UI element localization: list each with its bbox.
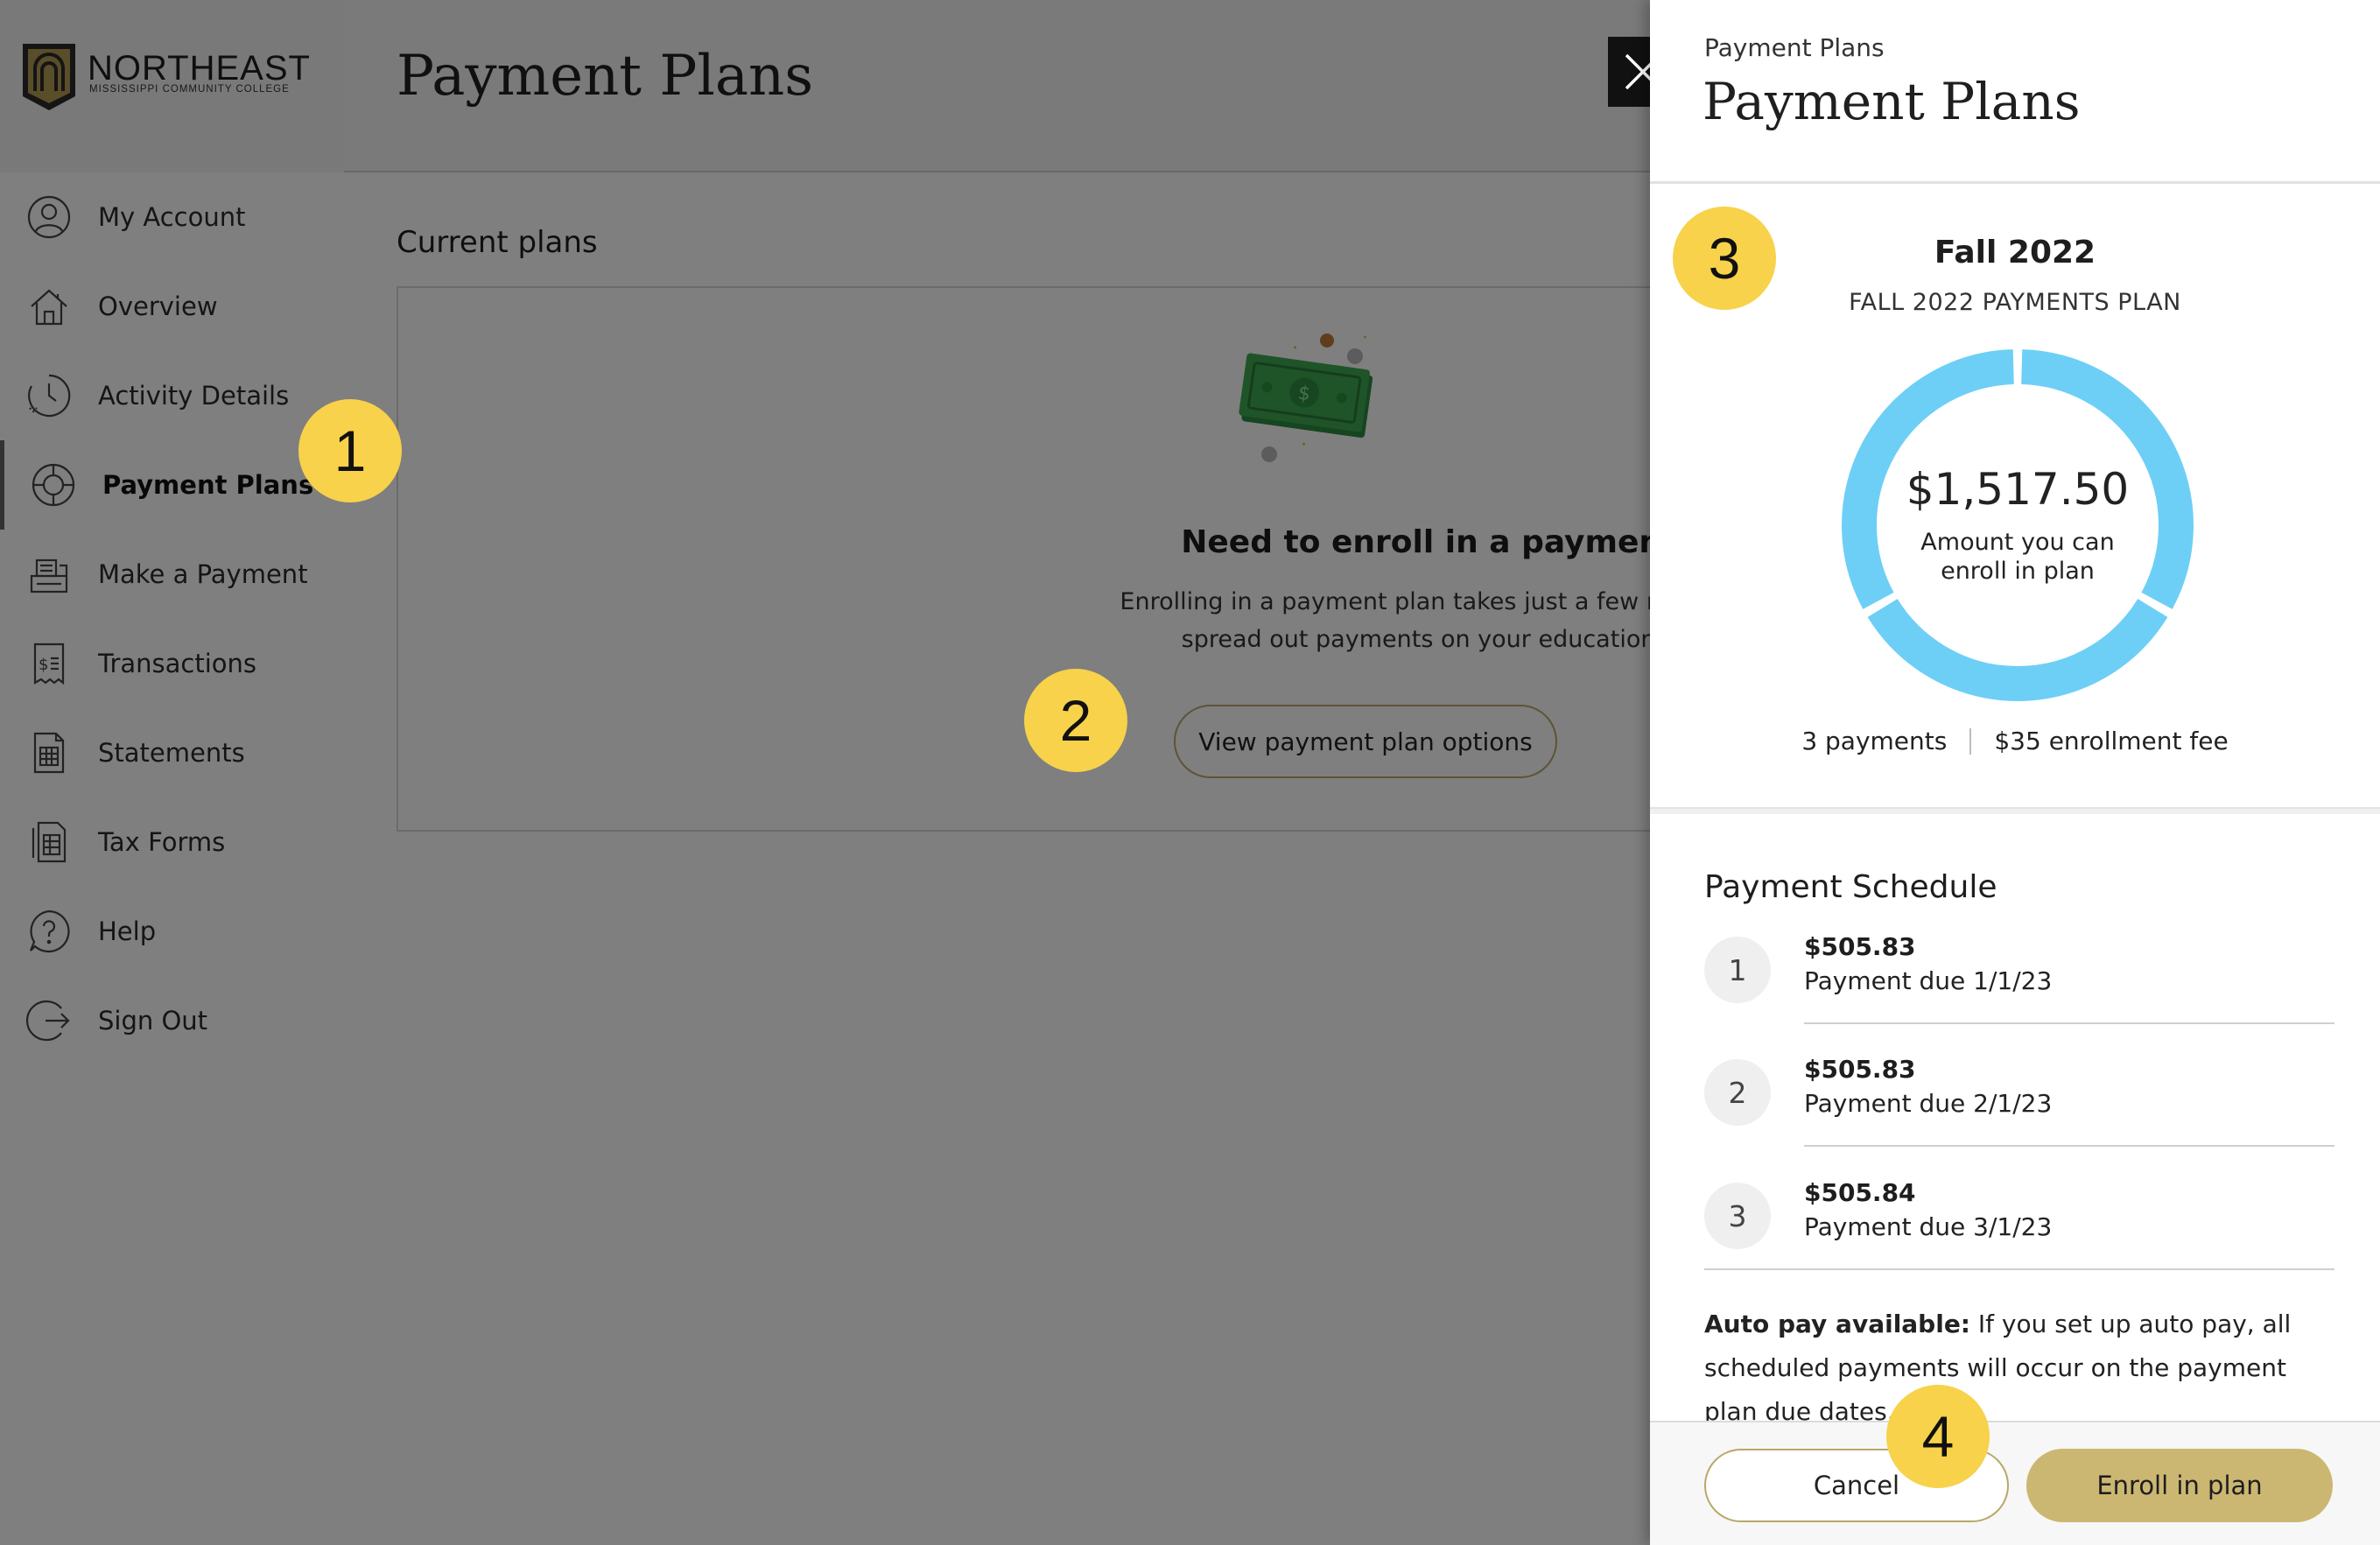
enroll-in-plan-button[interactable]: Enroll in plan xyxy=(2026,1449,2333,1522)
modal-backdrop[interactable] xyxy=(0,0,1650,1545)
plan-meta: 3 payments $35 enrollment fee xyxy=(1650,727,2380,755)
enrollment-fee: $35 enrollment fee xyxy=(1994,727,2229,755)
payment-amount: $505.84 xyxy=(1804,1178,1916,1207)
autopay-note: Auto pay available: If you set up auto p… xyxy=(1704,1303,2334,1434)
callout-badge: 1 xyxy=(298,399,402,502)
callout-badge: 3 xyxy=(1673,207,1776,310)
payment-due-date: Payment due 2/1/23 xyxy=(1804,1089,2053,1118)
payments-count: 3 payments xyxy=(1801,727,1948,755)
callout-badge: 2 xyxy=(1024,669,1127,772)
payment-due-date: Payment due 3/1/23 xyxy=(1804,1212,2053,1241)
payments-donut-chart xyxy=(1842,349,2194,701)
plan-amount-caption: Amount you can xyxy=(1920,529,2115,556)
drawer-eyebrow: Payment Plans xyxy=(1704,33,1885,62)
schedule-row: 2 $505.83 Payment due 2/1/23 xyxy=(1704,1052,2334,1175)
divider xyxy=(1650,807,2380,814)
donut-segment xyxy=(1867,598,2168,701)
divider xyxy=(1704,1268,2334,1270)
autopay-label: Auto pay available: xyxy=(1704,1310,1971,1338)
payment-number-badge: 1 xyxy=(1704,937,1771,1003)
drawer-footer: Cancel Enroll in plan xyxy=(1650,1421,2380,1545)
payment-amount: $505.83 xyxy=(1804,1055,1916,1084)
divider xyxy=(1804,1022,2334,1024)
divider xyxy=(1804,1145,2334,1147)
meta-separator xyxy=(1969,727,1972,755)
payment-number-badge: 2 xyxy=(1704,1059,1771,1126)
schedule-row: 3 $505.84 Payment due 3/1/23 xyxy=(1704,1176,2334,1298)
payment-number-badge: 3 xyxy=(1704,1183,1771,1249)
schedule-row: 1 $505.83 Payment due 1/1/23 xyxy=(1704,930,2334,1052)
plan-amount: $1,517.50 xyxy=(1906,464,2130,515)
payment-amount: $505.83 xyxy=(1804,932,1916,961)
drawer-title: Payment Plans xyxy=(1703,72,2081,131)
divider xyxy=(1650,181,2380,184)
callout-badge: 4 xyxy=(1886,1385,1990,1488)
payment-schedule-heading: Payment Schedule xyxy=(1704,869,1997,905)
plan-amount-caption: enroll in plan xyxy=(1941,558,2095,585)
payment-due-date: Payment due 1/1/23 xyxy=(1804,966,2053,995)
